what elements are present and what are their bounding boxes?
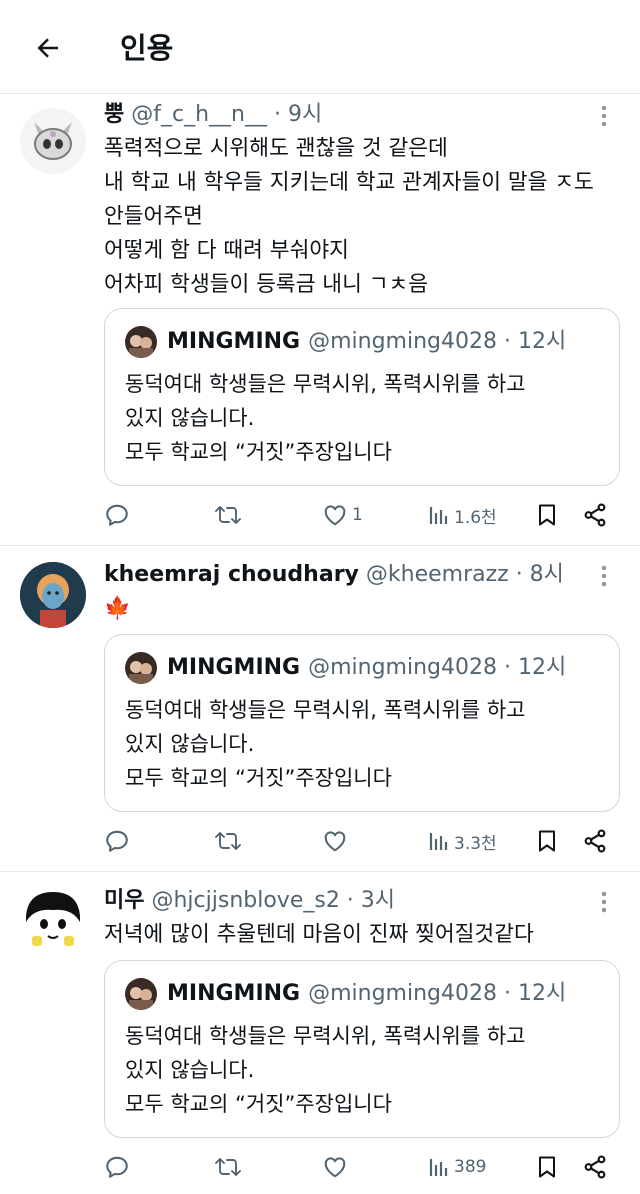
bookmark-icon	[539, 830, 555, 852]
views-button[interactable]: 389	[428, 1150, 486, 1184]
more-icon	[601, 565, 607, 587]
back-button[interactable]	[28, 28, 68, 68]
quoted-handle-time: @mingming4028 · 12시	[308, 329, 567, 354]
author-name[interactable]: kheemraj choudhary	[104, 562, 359, 587]
bookmark-icon	[539, 1156, 555, 1178]
retweet-icon	[215, 832, 241, 850]
tweet-item[interactable]: kheemraj choudhary @kheemrazz · 8시 🍁 MIN…	[0, 546, 640, 872]
avatar[interactable]	[20, 108, 86, 174]
share-icon	[584, 1155, 606, 1179]
more-button[interactable]	[592, 104, 616, 128]
tweet-text: 저녁에 많이 추울텐데 마음이 진짜 찢어질것같다	[104, 918, 620, 952]
page-title: 인용	[120, 31, 174, 65]
like-button[interactable]: 1	[322, 498, 363, 532]
views-count: 3.3천	[454, 833, 497, 854]
avatar[interactable]	[20, 886, 86, 952]
like-button[interactable]	[322, 824, 352, 858]
share-icon	[584, 503, 606, 527]
bookmark-icon	[539, 504, 555, 526]
retweet-button[interactable]	[214, 824, 246, 858]
author-handle-time[interactable]: @kheemrazz · 8시	[366, 562, 564, 587]
like-icon	[324, 505, 346, 526]
quoted-line: 모두 학교의 “거짓”주장입니다	[125, 440, 392, 464]
quoted-avatar	[125, 326, 157, 358]
quoted-avatar	[125, 978, 157, 1010]
tweet-line: 안들어주면	[104, 204, 203, 229]
quoted-line: 있지 않습니다.	[125, 1058, 255, 1082]
more-icon	[601, 891, 607, 913]
reply-icon	[106, 830, 128, 852]
avatar[interactable]	[20, 562, 86, 628]
quoted-tweet[interactable]: MINGMING @mingming4028 · 12시 동덕여대 학생들은 무…	[104, 960, 620, 1138]
reply-icon	[106, 1156, 128, 1178]
retweet-icon	[215, 506, 241, 524]
quoted-author-name: MINGMING	[167, 329, 301, 354]
views-count: 1.6천	[454, 507, 497, 528]
quoted-line: 동덕여대 학생들은 무력시위, 폭력시위를 하고	[125, 1024, 526, 1048]
retweet-icon	[215, 1158, 241, 1176]
quoted-line: 동덕여대 학생들은 무력시위, 폭력시위를 하고	[125, 372, 526, 396]
reply-button[interactable]	[104, 824, 134, 858]
tweet-line: 어떻게 함 다 때려 부숴야지	[104, 238, 349, 263]
share-button[interactable]	[582, 1150, 608, 1184]
quoted-handle-time: @mingming4028 · 12시	[308, 655, 567, 680]
like-icon	[324, 1157, 346, 1178]
tweet-line: 어차피 학생들이 등록금 내니 ㄱㅊ음	[104, 272, 429, 297]
like-icon	[324, 831, 346, 852]
tweet-line: 내 학교 내 학우들 지키는데 학교 관계자들이 말을 ㅈ도	[104, 170, 594, 195]
quoted-line: 모두 학교의 “거짓”주장입니다	[125, 766, 392, 790]
author-handle-time[interactable]: @f_c_h__n__ · 9시	[131, 102, 322, 127]
action-bar: 1 1.6천	[104, 498, 620, 532]
author-name[interactable]: 미우	[104, 888, 144, 913]
quoted-line: 모두 학교의 “거짓”주장입니다	[125, 1092, 392, 1116]
quoted-text: 동덕여대 학생들은 무력시위, 폭력시위를 하고 있지 않습니다. 모두 학교의…	[125, 367, 525, 469]
views-icon	[429, 1159, 448, 1176]
quoted-author-name: MINGMING	[167, 981, 301, 1006]
reply-button[interactable]	[104, 498, 134, 532]
reply-icon	[106, 504, 128, 526]
views-icon	[429, 507, 448, 524]
top-bar: 인용	[0, 0, 640, 94]
quoted-handle-time: @mingming4028 · 12시	[308, 981, 567, 1006]
share-button[interactable]	[582, 498, 608, 532]
tweet-item[interactable]: 미우 @hjcjjsnblove_s2 · 3시 저녁에 많이 추울텐데 마음이…	[0, 872, 640, 1194]
views-button[interactable]: 1.6천	[428, 498, 497, 532]
bookmark-button[interactable]	[536, 1150, 558, 1184]
quoted-author-name: MINGMING	[167, 655, 301, 680]
like-button[interactable]	[322, 1150, 352, 1184]
retweet-button[interactable]	[214, 1150, 246, 1184]
quoted-tweet[interactable]: MINGMING @mingming4028 · 12시 동덕여대 학생들은 무…	[104, 308, 620, 486]
views-icon	[429, 833, 448, 850]
arrow-left-icon	[37, 38, 58, 58]
more-button[interactable]	[592, 890, 616, 914]
author-handle-time[interactable]: @hjcjjsnblove_s2 · 3시	[151, 888, 395, 913]
quoted-avatar	[125, 652, 157, 684]
bookmark-button[interactable]	[536, 824, 558, 858]
quoted-text: 동덕여대 학생들은 무력시위, 폭력시위를 하고 있지 않습니다. 모두 학교의…	[125, 1019, 525, 1121]
retweet-button[interactable]	[214, 498, 246, 532]
views-button[interactable]: 3.3천	[428, 824, 497, 858]
more-icon	[601, 105, 607, 127]
share-icon	[584, 829, 606, 853]
tweet-item[interactable]: 뿡 @f_c_h__n__ · 9시 폭력적으로 시위해도 괜찮을 것 같은데 …	[0, 94, 640, 546]
views-count: 389	[454, 1157, 487, 1177]
quoted-tweet[interactable]: MINGMING @mingming4028 · 12시 동덕여대 학생들은 무…	[104, 634, 620, 812]
more-button[interactable]	[592, 564, 616, 588]
action-bar: 3.3천	[104, 824, 620, 858]
quoted-line: 있지 않습니다.	[125, 732, 255, 756]
tweet-text: 🍁	[104, 592, 620, 626]
like-count: 1	[352, 505, 363, 525]
quoted-line: 동덕여대 학생들은 무력시위, 폭력시위를 하고	[125, 698, 526, 722]
share-button[interactable]	[582, 824, 608, 858]
tweet-line: 🍁	[104, 596, 131, 621]
quoted-text: 동덕여대 학생들은 무력시위, 폭력시위를 하고 있지 않습니다. 모두 학교의…	[125, 693, 525, 795]
quoted-line: 있지 않습니다.	[125, 406, 255, 430]
tweet-text: 폭력적으로 시위해도 괜찮을 것 같은데 내 학교 내 학우들 지키는데 학교 …	[104, 132, 620, 302]
tweet-line: 저녁에 많이 추울텐데 마음이 진짜 찢어질것같다	[104, 922, 534, 947]
bookmark-button[interactable]	[536, 498, 558, 532]
reply-button[interactable]	[104, 1150, 134, 1184]
action-bar: 389	[104, 1150, 620, 1184]
author-name[interactable]: 뿡	[104, 102, 124, 127]
tweet-line: 폭력적으로 시위해도 괜찮을 것 같은데	[104, 136, 448, 161]
